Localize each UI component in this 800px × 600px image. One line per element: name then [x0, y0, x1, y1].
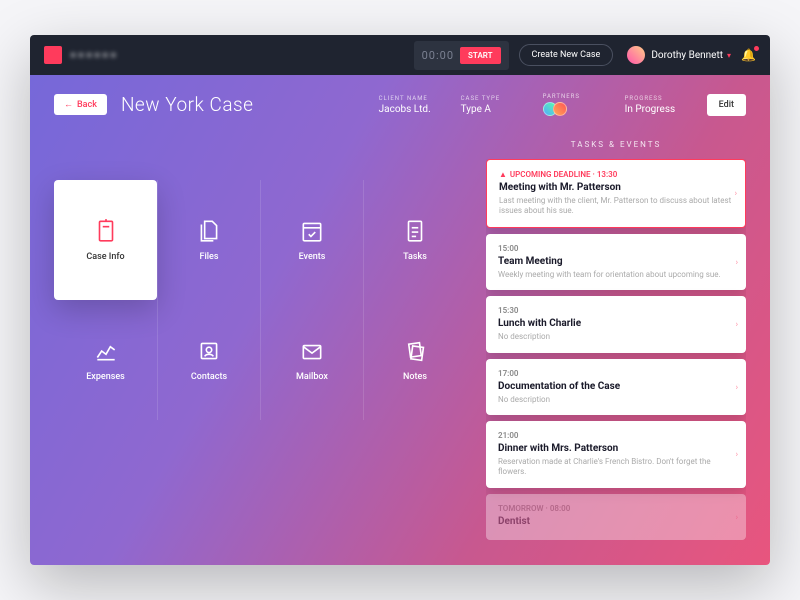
app-name-blurred: ■■■■■■: [70, 50, 118, 61]
event-title: Lunch with Charlie: [498, 318, 734, 329]
timer-start-button[interactable]: START: [460, 47, 501, 64]
create-case-button[interactable]: Create New Case: [519, 44, 614, 66]
module-expenses[interactable]: Expenses: [54, 300, 157, 420]
event-card[interactable]: 15:00 Team Meeting Weekly meeting with tea…: [486, 234, 746, 290]
event-title: Dinner with Mrs. Patterson: [498, 443, 734, 454]
meta-client: CLIENT NAME Jacobs Ltd.: [379, 95, 447, 115]
type-label: CASE TYPE: [461, 95, 529, 102]
module-grid: Case Info Files Events Tasks Expenses: [54, 140, 466, 540]
event-card[interactable]: 17:00 Documentation of the Case No descrip…: [486, 359, 746, 415]
module-label: Mailbox: [296, 372, 328, 382]
event-time: 15:00: [498, 244, 734, 253]
case-info-icon: [93, 218, 119, 244]
module-notes[interactable]: Notes: [363, 300, 466, 420]
event-desc: Weekly meeting with team for orientation…: [498, 270, 734, 280]
fire-icon: ▲: [499, 170, 507, 179]
chevron-right-icon: ›: [736, 450, 738, 459]
event-title: Meeting with Mr. Patterson: [499, 182, 733, 193]
progress-label: PROGRESS: [625, 95, 693, 102]
user-avatar[interactable]: [627, 46, 645, 64]
module-case-info[interactable]: Case Info: [54, 180, 157, 300]
meta-progress: PROGRESS In Progress: [625, 95, 693, 115]
tasks-events-heading: Tasks & Events: [486, 140, 746, 149]
arrow-left-icon: ←: [64, 99, 73, 110]
partner-avatars[interactable]: [543, 102, 611, 116]
files-icon: [196, 218, 222, 244]
client-label: CLIENT NAME: [379, 95, 447, 102]
tasks-events-panel: Tasks & Events ▲UPCOMING DEADLINE · 13:3…: [486, 140, 746, 540]
chevron-right-icon: ›: [736, 512, 738, 521]
event-time: ▲UPCOMING DEADLINE · 13:30: [499, 170, 733, 179]
chevron-right-icon: ›: [736, 257, 738, 266]
mail-icon: [299, 338, 325, 364]
event-card[interactable]: TOMORROW · 08:00 Dentist›: [486, 494, 746, 540]
calendar-icon: [299, 218, 325, 244]
event-time: 21:00: [498, 431, 734, 440]
module-files[interactable]: Files: [157, 180, 260, 300]
case-title: New York Case: [121, 93, 365, 116]
event-time: TOMORROW · 08:00: [498, 504, 734, 513]
main-stage: ← Back New York Case CLIENT NAME Jacobs …: [30, 75, 770, 565]
event-list: ▲UPCOMING DEADLINE · 13:30 Meeting with M…: [486, 159, 746, 540]
client-value: Jacobs Ltd.: [379, 104, 447, 115]
module-label: Case Info: [86, 252, 124, 262]
contacts-icon: [196, 338, 222, 364]
chevron-right-icon: ›: [736, 320, 738, 329]
app-logo: [44, 46, 62, 64]
back-label: Back: [77, 100, 97, 110]
edit-button[interactable]: Edit: [707, 94, 746, 116]
meta-partners: PARTNERS: [543, 93, 611, 116]
chevron-right-icon: ›: [736, 382, 738, 391]
event-desc: No description: [498, 395, 734, 405]
event-desc: Reservation made at Charlie's French Bis…: [498, 457, 734, 478]
module-contacts[interactable]: Contacts: [157, 300, 260, 420]
module-label: Notes: [403, 372, 427, 382]
type-value: Type A: [461, 104, 529, 115]
event-time: 17:00: [498, 369, 734, 378]
module-events[interactable]: Events: [260, 180, 363, 300]
timer-display: 00:00: [422, 49, 454, 62]
timer-widget: 00:00 START: [414, 41, 509, 70]
back-button[interactable]: ← Back: [54, 94, 107, 115]
content-body: Case Info Files Events Tasks Expenses: [54, 140, 746, 540]
module-mailbox[interactable]: Mailbox: [260, 300, 363, 420]
bell-icon[interactable]: 🔔: [741, 48, 756, 62]
user-name[interactable]: Dorothy Bennett: [651, 50, 723, 61]
chevron-right-icon: ›: [735, 189, 737, 198]
module-label: Expenses: [86, 372, 125, 382]
event-desc: Last meeting with the client, Mr. Patter…: [499, 196, 733, 217]
progress-value: In Progress: [625, 104, 693, 115]
partners-label: PARTNERS: [543, 93, 611, 100]
event-card[interactable]: ▲UPCOMING DEADLINE · 13:30 Meeting with M…: [486, 159, 746, 228]
topbar: ■■■■■■ 00:00 START Create New Case Dorot…: [30, 35, 770, 75]
event-title: Dentist: [498, 516, 734, 527]
module-tasks[interactable]: Tasks: [363, 180, 466, 300]
event-desc: No description: [498, 332, 734, 342]
case-header: ← Back New York Case CLIENT NAME Jacobs …: [54, 93, 746, 116]
event-card[interactable]: 21:00 Dinner with Mrs. Patterson Reservati…: [486, 421, 746, 488]
tasks-icon: [402, 218, 428, 244]
module-label: Files: [200, 252, 219, 262]
meta-type: CASE TYPE Type A: [461, 95, 529, 115]
chart-icon: [93, 338, 119, 364]
event-title: Documentation of the Case: [498, 381, 734, 392]
module-label: Contacts: [191, 372, 227, 382]
event-title: Team Meeting: [498, 256, 734, 267]
event-card[interactable]: 15:30 Lunch with Charlie No description›: [486, 296, 746, 352]
notes-icon: [402, 338, 428, 364]
module-label: Tasks: [403, 252, 427, 262]
chevron-down-icon[interactable]: ▾: [727, 51, 731, 60]
event-time: 15:30: [498, 306, 734, 315]
module-label: Events: [299, 252, 326, 262]
app-shell: ■■■■■■ 00:00 START Create New Case Dorot…: [30, 35, 770, 565]
